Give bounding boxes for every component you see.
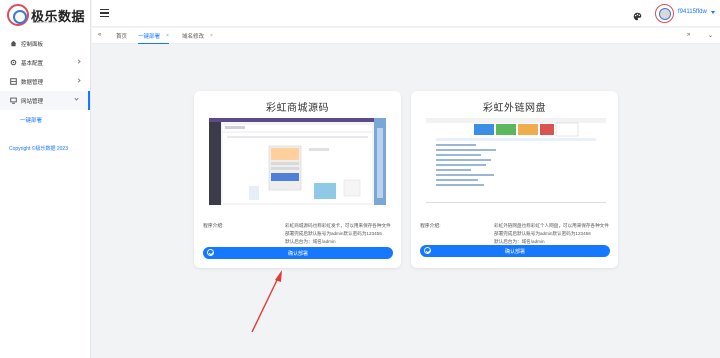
netdisk-preview-image (426, 118, 606, 205)
chevron-down-icon (74, 96, 79, 101)
desc-line: 彩虹外链网盘也称彩虹个人网盘，可以用来保存各种文件 (494, 223, 609, 228)
card-title: 彩虹外链网盘 (483, 103, 546, 114)
tabs-scroll-left-icon[interactable]: « (98, 32, 101, 38)
sidebar-item-label: 数据管理 (21, 79, 44, 86)
card-title: 彩虹商城源码 (266, 103, 329, 114)
tab-label: 首页 (116, 34, 128, 40)
chevron-right-icon (76, 59, 81, 64)
sidebar-item-site-manage[interactable]: 网站管理 (0, 91, 90, 110)
check-circle-icon (424, 247, 431, 254)
button-label: 确认部署 (287, 250, 308, 257)
confirm-deploy-button[interactable]: 确认部署 (203, 247, 393, 259)
gear-icon (9, 59, 17, 67)
close-icon[interactable]: × (210, 33, 213, 39)
mall-preview-image (209, 118, 386, 205)
chevron-right-icon (76, 78, 81, 83)
intro-label: 程序介绍: (420, 224, 441, 229)
tabs-menu-icon[interactable]: ⌄ (708, 32, 713, 39)
sidebar-subitem-label: 一键部署 (20, 117, 43, 124)
desc-line: 彩虹商城源码也称彩虹发卡，可以用来保存各种文件 (285, 223, 391, 228)
sidebar-item-label: 基本配置 (21, 60, 44, 67)
desc-line: 部署完成后默认账号为admin默认密码为123456 (285, 231, 382, 236)
close-icon[interactable]: × (166, 33, 169, 39)
tab-home[interactable]: 首页 (116, 28, 127, 44)
palette-icon[interactable] (633, 8, 642, 21)
desc-line: 默认后台为：域名/admin (285, 239, 336, 244)
brand-logo[interactable]: 极乐数据 JILEBUFUL DATA (7, 4, 89, 26)
intro-label: 程序介绍: (203, 224, 224, 229)
caret-down-icon[interactable] (711, 11, 715, 14)
monitor-icon (9, 97, 17, 105)
tab-label: 域名修改 (182, 34, 205, 40)
button-label: 确认部署 (504, 248, 525, 255)
hamburger-icon[interactable] (100, 9, 109, 17)
sidebar-item-data-manage[interactable]: 数据管理 (0, 72, 90, 91)
sidebar: 极乐数据 JILEBUFUL DATA 控制面板 基本配置 数据管理 网站管理 … (0, 0, 91, 358)
tabs-scroll-right-icon[interactable]: » (687, 32, 690, 38)
desc-line: 部署完成后默认账号为admin默认密码为123456 (494, 231, 591, 236)
sidebar-menu: 控制面板 基本配置 数据管理 网站管理 一键部署 (0, 34, 90, 129)
tab-label: 一键部署 (138, 33, 161, 40)
brand-subtitle: JILEBUFUL DATA (32, 20, 57, 24)
copyright-text: Copyright ©极乐数据 2023 (9, 146, 68, 152)
confirm-deploy-button[interactable]: 确认部署 (420, 245, 610, 257)
logo-icon (7, 4, 29, 26)
sidebar-item-label: 控制面板 (21, 41, 44, 48)
deploy-card-netdisk: 彩虹外链网盘 程序介绍: 彩虹外链网盘也称彩虹个人网盘，可以用来保存各种文件 部… (411, 91, 618, 268)
sidebar-item-basic-config[interactable]: 基本配置 (0, 53, 90, 72)
sidebar-item-label: 网站管理 (21, 98, 44, 105)
tabs-bar: « 首页 一键部署 × 域名修改 × » ⌄ (92, 28, 720, 44)
sidebar-subitem-one-click-deploy[interactable]: 一键部署 (0, 110, 90, 129)
avatar[interactable] (655, 4, 674, 23)
check-circle-icon (207, 249, 214, 256)
annotation-arrow-icon (251, 270, 282, 333)
tab-domain-modify[interactable]: 域名修改 × (182, 28, 213, 44)
tab-one-click-deploy[interactable]: 一键部署 × (138, 28, 169, 44)
database-icon (9, 78, 17, 86)
deploy-card-mall: 彩虹商城源码 程序介绍: 彩虹商城源码也称彩虹发卡，可以用来保存各种文件 部署完… (194, 91, 401, 268)
username[interactable]: f94115ffdw (678, 9, 707, 15)
home-icon (9, 40, 17, 48)
top-header: f94115ffdw (92, 0, 720, 27)
sidebar-item-dashboard[interactable]: 控制面板 (0, 34, 90, 53)
